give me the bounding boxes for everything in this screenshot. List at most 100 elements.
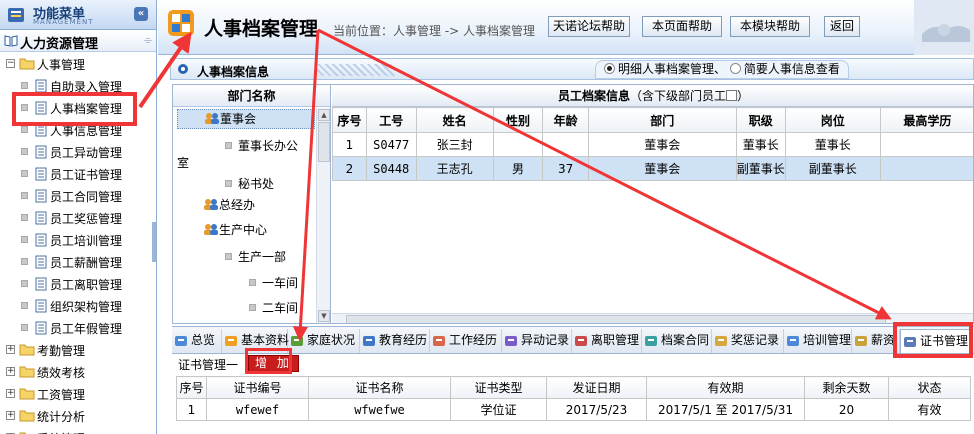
tab-7[interactable]: 档案合同 (642, 329, 712, 353)
sidebar-item-1[interactable]: 自助录入管理 (0, 75, 156, 97)
tab-label: 教育经历 (379, 333, 428, 347)
forum-help-button[interactable]: 天诺论坛帮助 (548, 16, 630, 37)
collapse-sidebar-button[interactable]: « (134, 7, 148, 21)
scroll-down-icon[interactable]: ▼ (318, 310, 330, 322)
tab-10[interactable]: 薪资 (852, 329, 900, 353)
certificate-column-header[interactable]: 证书编号 (206, 376, 309, 399)
sidebar-module-label: 人力资源管理 (20, 37, 99, 52)
add-certificate-button[interactable]: 增 加 (248, 355, 299, 372)
brief-mode-radio[interactable] (729, 63, 741, 74)
include-subdept-checkbox[interactable] (726, 90, 737, 101)
sidebar-item-6[interactable]: 员工合同管理 (0, 185, 156, 207)
sidebar-item-label: 员工奖惩管理 (50, 212, 123, 226)
certificate-column-header[interactable]: 状态 (888, 376, 971, 399)
sidebar-item-4[interactable]: 员工异动管理 (0, 141, 156, 163)
tab-8[interactable]: 奖惩记录 (712, 329, 784, 353)
table-cell: S0448 (365, 156, 417, 181)
sidebar-item-8[interactable]: 员工培训管理 (0, 229, 156, 251)
employee-list-panel: 员工档案信息（含下级部门员工 ） 序号 工号 姓名 性别 年龄 部门 职级 岗位 最高学历 1 S0… (332, 85, 973, 323)
table-row[interactable]: 1 wfewef wfwefwe 学位证 2017/5/23 2017/5/1 至 201… (176, 398, 971, 421)
employee-table-hscroll-thumb[interactable] (346, 315, 886, 323)
expand-toggle-icon[interactable]: + (6, 389, 15, 398)
sidebar-folder-13[interactable]: + 考勤管理 (0, 339, 156, 361)
tab-3[interactable]: 教育经历 (360, 329, 430, 353)
tab-11[interactable]: 证书管理 (900, 329, 972, 353)
back-button[interactable]: 返回 (824, 16, 860, 37)
department-node[interactable]: 秘书处 (225, 175, 274, 192)
expand-toggle-icon[interactable]: + (6, 345, 15, 354)
sidebar-item-7[interactable]: 员工奖惩管理 (0, 207, 156, 229)
expand-toggle-icon[interactable]: + (6, 411, 15, 420)
breadcrumb: 当前位置：人事管理 -> 人事档案管理 (333, 24, 536, 38)
sidebar-subtitle: MANAGEMENT (33, 18, 94, 26)
detail-mode-label[interactable]: 明细人事档案管理、 (618, 62, 726, 76)
module-help-button[interactable]: 本模块帮助 (730, 16, 810, 37)
certificate-column-header[interactable]: 证书名称 (308, 376, 451, 399)
scroll-up-icon[interactable]: ▲ (318, 109, 330, 121)
employee-column-header[interactable]: 序号 (332, 107, 367, 133)
employee-column-header[interactable]: 年龄 (542, 107, 589, 133)
tab-4[interactable]: 工作经历 (430, 329, 502, 353)
tab-0[interactable]: 总览 (172, 329, 222, 353)
sidebar-item-5[interactable]: 员工证书管理 (0, 163, 156, 185)
department-node[interactable]: 生产二部 (225, 323, 286, 324)
certificate-column-header[interactable]: 发证日期 (546, 376, 647, 399)
employee-table-hscrollbar[interactable] (332, 313, 973, 323)
table-cell: 董事长 (784, 132, 881, 157)
department-node[interactable]: 生产中心 (203, 221, 267, 238)
certificate-column-header[interactable]: 有效期 (646, 376, 805, 399)
department-node[interactable]: 总经办 (203, 196, 255, 213)
sidebar-item-10[interactable]: 员工离职管理 (0, 273, 156, 295)
sidebar-item-9[interactable]: 员工薪酬管理 (0, 251, 156, 273)
sidebar-item-label: 员工合同管理 (50, 190, 123, 204)
sidebar-folder-label: 绩效考核 (37, 366, 86, 380)
tab-1[interactable]: 基本资料 (222, 329, 290, 353)
tab-icon (904, 337, 916, 347)
certificate-column-header[interactable]: 证书类型 (450, 376, 547, 399)
tab-label: 基本资料 (241, 333, 290, 347)
employee-column-header[interactable]: 工号 (365, 107, 417, 133)
department-node[interactable]: 二车间 (249, 299, 298, 316)
collapse-toggle-icon[interactable]: − (6, 59, 15, 68)
employee-column-header[interactable]: 部门 (587, 107, 737, 133)
table-row[interactable]: 1 S0477 张三封 董事会 董事长 董事长 (332, 132, 973, 157)
view-mode-radio-group: 明细人事档案管理、 简要人事信息查看 (595, 60, 849, 79)
department-node[interactable]: 董事长办公 (225, 137, 298, 154)
sidebar-folder-16[interactable]: + 统计分析 (0, 405, 156, 427)
tab-9[interactable]: 培训管理 (784, 329, 852, 353)
pin-icon[interactable]: ⌯ (144, 35, 152, 46)
expand-toggle-icon[interactable]: + (6, 367, 15, 376)
tab-5[interactable]: 异动记录 (502, 329, 572, 353)
certificate-column-header[interactable]: 剩余天数 (804, 376, 889, 399)
department-label: 秘书处 (238, 177, 275, 191)
sidebar-folder-17[interactable]: +系统管理 (0, 427, 156, 434)
employee-column-header[interactable]: 岗位 (784, 107, 881, 133)
table-row[interactable]: 2 S0448 王志孔男 37 董事会 副董事长 副董事长 (332, 156, 973, 181)
archive-app-icon (168, 10, 194, 36)
department-node[interactable]: 生产一部 (225, 248, 286, 265)
sidebar-folder-14[interactable]: + 绩效考核 (0, 361, 156, 383)
detail-mode-radio[interactable] (604, 63, 615, 74)
sidebar-item-3[interactable]: 人事信息管理 (0, 119, 156, 141)
employee-column-header[interactable]: 性别 (492, 107, 544, 133)
sidebar-item-11[interactable]: 组织架构管理 (0, 295, 156, 317)
tab-2[interactable]: 家庭状况 (288, 329, 360, 353)
tab-icon (715, 336, 727, 346)
brief-mode-label[interactable]: 简要人事信息查看 (744, 62, 840, 76)
sidebar-scroll-handle[interactable] (152, 222, 156, 262)
tab-6[interactable]: 离职管理 (572, 329, 642, 353)
sidebar-module-header[interactable]: 人力资源管理 ⌯ (0, 30, 156, 52)
sidebar-folder-15[interactable]: + 工资管理 (0, 383, 156, 405)
sidebar-item-2[interactable]: 人事档案管理 (0, 97, 156, 119)
employee-column-header[interactable]: 最高学历 (879, 107, 973, 133)
sidebar-item-12[interactable]: 员工年假管理 (0, 317, 156, 339)
sidebar-folder-0[interactable]: − 人事管理 (0, 53, 156, 75)
department-tree-scrollbar[interactable]: ▲ ▼ (316, 108, 330, 323)
department-node[interactable]: 一车间 (249, 274, 298, 291)
employee-column-header[interactable]: 职级 (735, 107, 786, 133)
department-tree-scroll-thumb[interactable] (318, 122, 330, 162)
page-help-button[interactable]: 本页面帮助 (642, 16, 722, 37)
certificate-column-header[interactable]: 序号 (176, 376, 207, 399)
department-node[interactable]: 董事会 (177, 109, 315, 129)
employee-column-header[interactable]: 姓名 (415, 107, 494, 133)
